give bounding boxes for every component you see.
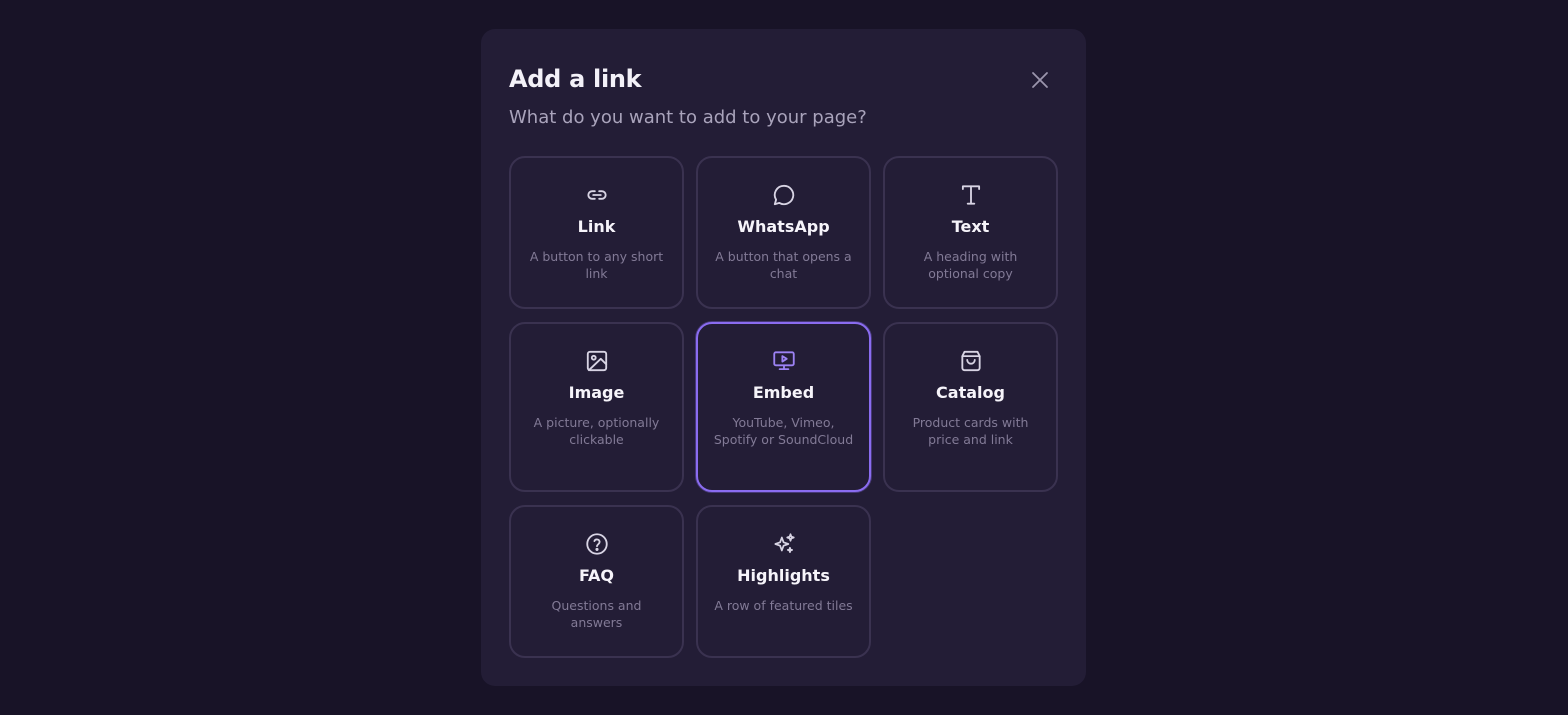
option-title: Catalog [936, 383, 1005, 402]
option-title: Image [568, 383, 625, 402]
shopping-bag-icon [958, 348, 984, 374]
option-grid: Link A button to any short link WhatsApp… [509, 156, 1058, 658]
question-circle-icon [584, 531, 610, 557]
video-embed-icon [771, 348, 797, 374]
option-card-whatsapp[interactable]: WhatsApp A button that opens a chat [696, 156, 871, 309]
option-description: A picture, optionally clickable [533, 415, 660, 447]
option-title: Highlights [737, 566, 830, 585]
option-description: YouTube, Vimeo, Spotify or SoundCloud [713, 415, 854, 447]
option-card-image[interactable]: Image A picture, optionally clickable [509, 322, 684, 492]
option-card-link[interactable]: Link A button to any short link [509, 156, 684, 309]
option-title: FAQ [578, 566, 615, 585]
option-title: Embed [752, 383, 815, 402]
option-title: WhatsApp [737, 217, 830, 236]
option-description: A row of featured tiles [714, 598, 853, 613]
option-card-embed[interactable]: Embed YouTube, Vimeo, Spotify or SoundCl… [696, 322, 871, 492]
close-button[interactable] [1025, 65, 1055, 95]
modal-subtitle: What do you want to add to your page? [509, 107, 867, 128]
option-card-faq[interactable]: FAQ Questions and answers [509, 505, 684, 658]
option-title: Link [577, 217, 616, 236]
chat-bubble-icon [771, 182, 797, 208]
option-description: A button that opens a chat [715, 249, 852, 281]
option-description: A button to any short link [529, 249, 664, 281]
sparkles-icon [771, 531, 797, 557]
link-icon [584, 182, 610, 208]
option-description: Questions and answers [551, 598, 642, 630]
text-icon [958, 182, 984, 208]
image-icon [584, 348, 610, 374]
close-icon [1031, 71, 1049, 89]
option-card-text[interactable]: Text A heading with optional copy [883, 156, 1058, 309]
option-card-highlights[interactable]: Highlights A row of featured tiles [696, 505, 871, 658]
option-card-catalog[interactable]: Catalog Product cards with price and lin… [883, 322, 1058, 492]
modal-title: Add a link [509, 65, 642, 93]
add-link-modal: Add a link What do you want to add to yo… [481, 29, 1086, 686]
option-description: Product cards with price and link [912, 415, 1029, 447]
option-description: A heading with optional copy [923, 249, 1018, 281]
option-title: Text [951, 217, 990, 236]
